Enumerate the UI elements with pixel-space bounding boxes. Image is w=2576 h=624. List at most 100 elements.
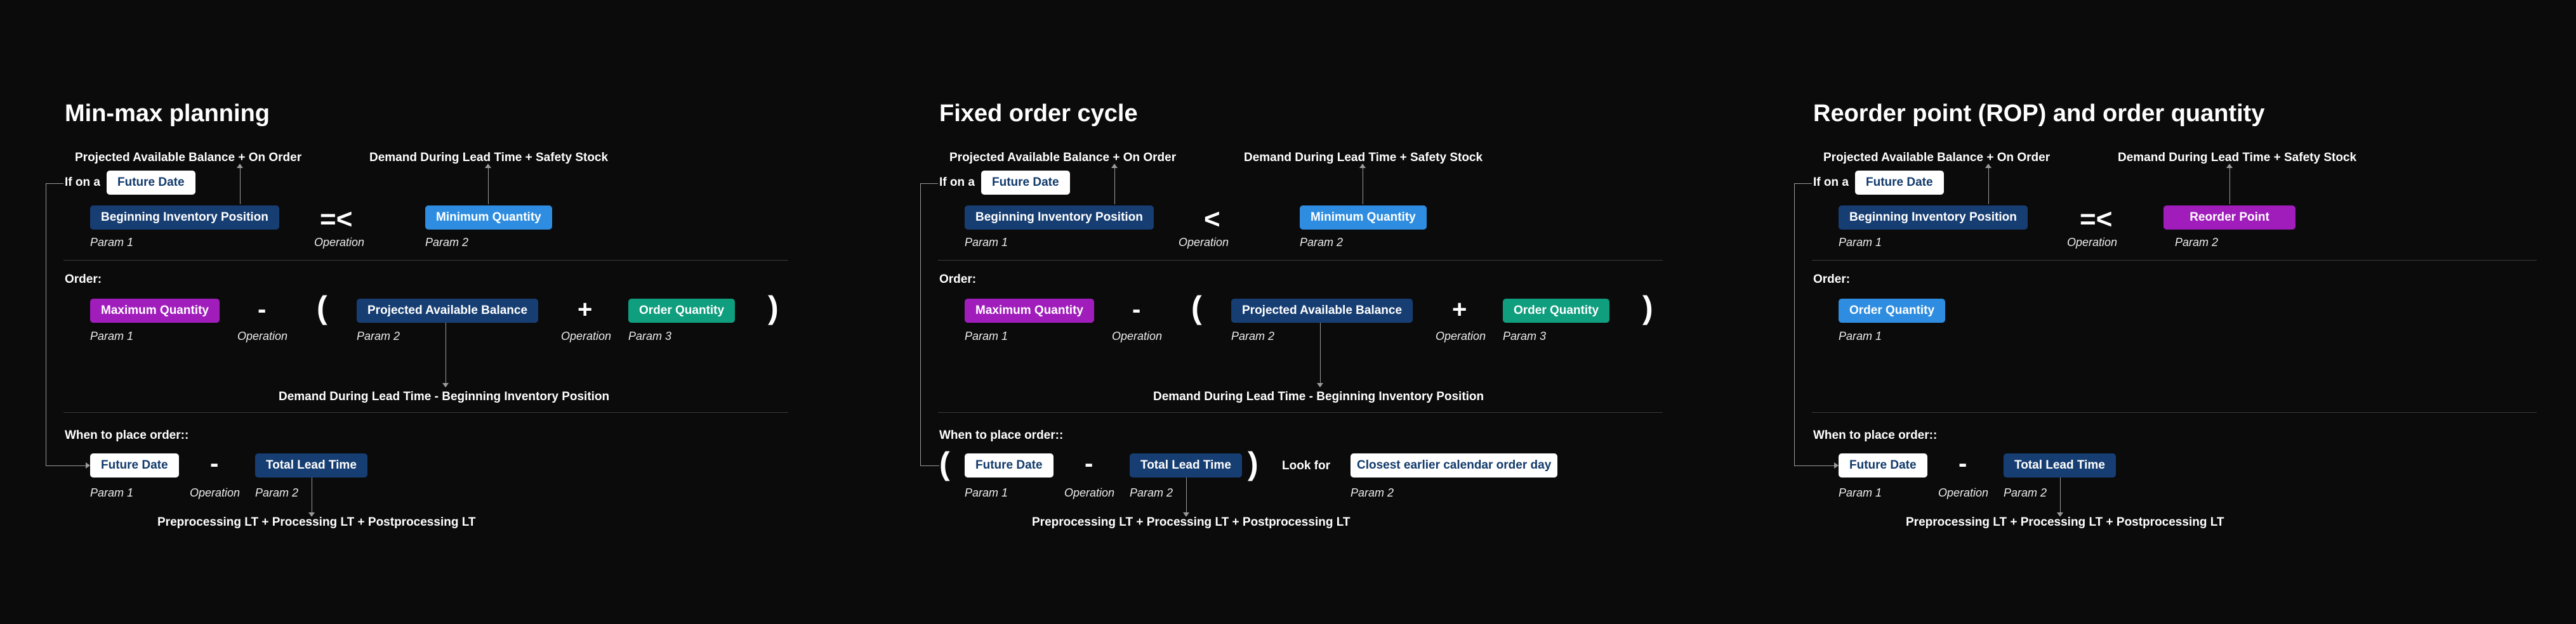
param-caption: Param 2 (357, 330, 400, 342)
open-paren: ( (1191, 290, 1202, 325)
divider (63, 260, 788, 261)
connector-arrow (442, 383, 449, 387)
projected-available-balance-pill: Projected Available Balance (1231, 299, 1413, 323)
param-caption: Param 2 (1300, 236, 1344, 249)
connector (1320, 323, 1321, 384)
connector (1988, 166, 1989, 204)
panel-min-max: Min-max planning Projected Available Bal… (46, 0, 902, 624)
plus-operator: + (1452, 296, 1467, 323)
connector (920, 183, 921, 466)
condition-operator: =< (2080, 204, 2113, 235)
order-label: Order: (65, 273, 102, 286)
param-caption: Param 2 (1351, 486, 1394, 499)
connector (1794, 183, 1812, 184)
minimum-quantity-pill: Minimum Quantity (1300, 205, 1427, 230)
operation-caption: Operation (1112, 330, 1163, 342)
future-date-pill: Future Date (1855, 171, 1944, 195)
param-caption: Param 2 (425, 236, 469, 249)
maximum-quantity-pill: Maximum Quantity (90, 299, 220, 323)
minus-operator: - (1132, 296, 1141, 323)
panel-title: Reorder point (ROP) and order quantity (1813, 100, 2265, 127)
param-caption: Param 1 (1839, 330, 1882, 342)
panel-fixed-order-cycle: Fixed order cycle Projected Available Ba… (920, 0, 1777, 624)
future-date-pill: Future Date (965, 453, 1054, 478)
look-for-label: Look for (1282, 459, 1330, 472)
open-paren: ( (939, 446, 950, 481)
connector-arrow (237, 164, 243, 168)
panel-reorder-point: Reorder point (ROP) and order quantity P… (1794, 0, 2576, 624)
connector-arrow (1834, 462, 1839, 469)
future-date-pill: Future Date (981, 171, 1070, 195)
beginning-inventory-pill: Beginning Inventory Position (965, 205, 1154, 230)
when-to-place-order-label: When to place order:: (939, 429, 1064, 442)
connector (240, 166, 241, 204)
connector (920, 465, 939, 466)
future-date-pill: Future Date (90, 453, 179, 478)
divider (1812, 412, 2537, 413)
param-caption: Param 1 (1839, 486, 1882, 499)
connector-arrow (86, 462, 90, 469)
annotation-demand-minus-bip: Demand During Lead Time - Beginning Inve… (279, 390, 610, 403)
close-paren: ) (1248, 446, 1258, 481)
connector (46, 183, 63, 184)
minus-operator: - (1085, 450, 1093, 478)
operation-caption: Operation (190, 486, 241, 499)
if-on-a-label: If on a (1813, 176, 1849, 189)
order-quantity-pill: Order Quantity (628, 299, 736, 323)
connector (1114, 166, 1115, 204)
connector (2229, 166, 2230, 204)
connector-arrow (1317, 383, 1323, 387)
connector-arrow (2226, 164, 2233, 168)
panel-title: Min-max planning (65, 100, 270, 127)
connector (1794, 465, 1835, 466)
annotation-demand-minus-bip: Demand During Lead Time - Beginning Inve… (1153, 390, 1484, 403)
minus-operator: - (210, 450, 219, 478)
annotation-pab-on-order: Projected Available Balance + On Order (949, 151, 1177, 164)
order-quantity-pill: Order Quantity (1839, 299, 1946, 323)
divider (1812, 260, 2537, 261)
divider (938, 260, 1663, 261)
param-caption: Param 1 (965, 236, 1008, 249)
connector-arrow (1359, 164, 1366, 168)
closest-order-day-pill: Closest earlier calendar order day (1351, 453, 1558, 478)
operation-caption: Operation (314, 236, 365, 249)
annotation-demand-safety-stock: Demand During Lead Time + Safety Stock (2118, 151, 2357, 164)
open-paren: ( (317, 290, 327, 325)
annotation-pab-on-order: Projected Available Balance + On Order (1823, 151, 2051, 164)
beginning-inventory-pill: Beginning Inventory Position (90, 205, 279, 230)
param-caption: Param 2 (2004, 486, 2047, 499)
annotation-demand-safety-stock: Demand During Lead Time + Safety Stock (369, 151, 609, 164)
projected-available-balance-pill: Projected Available Balance (357, 299, 539, 323)
param-caption: Param 3 (628, 330, 672, 342)
connector (2060, 478, 2061, 513)
close-paren: ) (1642, 290, 1653, 325)
future-date-pill: Future Date (1839, 453, 1927, 478)
connector (1794, 183, 1795, 466)
connector (920, 183, 938, 184)
annotation-demand-safety-stock: Demand During Lead Time + Safety Stock (1244, 151, 1483, 164)
connector (488, 166, 489, 204)
param-caption: Param 1 (965, 330, 1008, 342)
close-paren: ) (768, 290, 779, 325)
future-date-pill: Future Date (107, 171, 195, 195)
when-to-place-order-label: When to place order:: (65, 429, 189, 442)
minimum-quantity-pill: Minimum Quantity (425, 205, 552, 230)
operation-caption: Operation (237, 330, 288, 342)
order-label: Order: (1813, 273, 1851, 286)
total-lead-time-pill: Total Lead Time (2004, 453, 2116, 478)
connector-arrow (1985, 164, 1991, 168)
order-quantity-pill: Order Quantity (1503, 299, 1610, 323)
annotation-pab-on-order: Projected Available Balance + On Order (75, 151, 302, 164)
total-lead-time-pill: Total Lead Time (255, 453, 367, 478)
operation-caption: Operation (1938, 486, 1989, 499)
connector-arrow (485, 164, 491, 168)
param-caption: Param 1 (90, 236, 134, 249)
param-caption: Param 2 (255, 486, 299, 499)
minus-operator: - (1958, 450, 1967, 478)
param-caption: Param 1 (965, 486, 1008, 499)
param-caption: Param 2 (1231, 330, 1275, 342)
condition-operator: < (1204, 204, 1220, 235)
param-caption: Param 1 (90, 330, 134, 342)
connector (46, 465, 86, 466)
if-on-a-label: If on a (65, 176, 100, 189)
